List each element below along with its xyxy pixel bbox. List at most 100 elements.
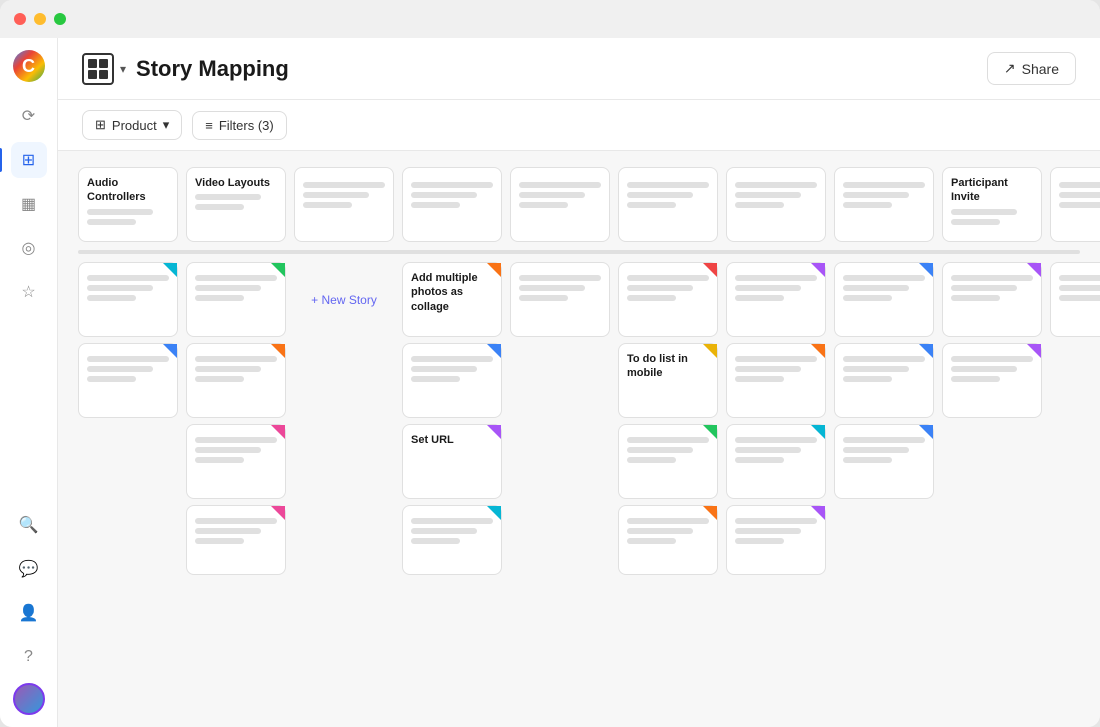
epic-card-video-layouts[interactable]: Video Layouts (186, 167, 286, 242)
board-chevron-icon: ▾ (120, 62, 126, 76)
corner-indicator (1027, 344, 1041, 358)
corner-indicator (811, 344, 825, 358)
corner-indicator (271, 344, 285, 358)
story-card-r1c2[interactable] (186, 262, 286, 337)
story-card-r3c7[interactable] (726, 424, 826, 499)
corner-indicator (703, 344, 717, 358)
epic-separator (78, 250, 1080, 254)
app-window: C ⟳ ⊞ ▦ ◎ ☆ 🔍 💬 👤 ? (0, 0, 1100, 727)
story-card-r3c3-empty (294, 424, 394, 499)
board-icon-group[interactable]: ▾ (82, 53, 126, 85)
epic-card-7[interactable] (726, 167, 826, 242)
story-row-4 (78, 505, 1080, 575)
corner-indicator (163, 263, 177, 277)
story-card-r1c6[interactable] (618, 262, 718, 337)
story-card-r3c2[interactable] (186, 424, 286, 499)
sidebar-bottom: 🔍 💬 👤 ? (11, 507, 47, 715)
corner-indicator (703, 425, 717, 439)
corner-indicator (163, 344, 177, 358)
corner-indicator (271, 263, 285, 277)
epic-card-5[interactable] (510, 167, 610, 242)
story-card-r4c6[interactable] (618, 505, 718, 575)
filter-grid-icon: ⊞ (95, 117, 106, 133)
epic-card-6[interactable] (618, 167, 718, 242)
card-title: Set URL (411, 433, 493, 447)
user-avatar[interactable] (13, 683, 45, 715)
help-icon[interactable]: ? (11, 639, 47, 675)
story-card-r4c3-empty (294, 505, 394, 575)
epic-card-4[interactable] (402, 167, 502, 242)
story-card-r4c4[interactable] (402, 505, 502, 575)
corner-indicator (811, 263, 825, 277)
story-card-r2c4[interactable] (402, 343, 502, 418)
search-icon[interactable]: 🔍 (11, 507, 47, 543)
share-button[interactable]: ↗ Share (987, 52, 1076, 85)
epic-card-participant-invite[interactable]: Participant Invite (942, 167, 1042, 242)
corner-indicator (919, 425, 933, 439)
content-area: ▾ Story Mapping ↗ Share ⊞ Product ▾ ≡ Fi… (58, 38, 1100, 727)
epic-card-8[interactable] (834, 167, 934, 242)
story-card-r3c6[interactable] (618, 424, 718, 499)
sidebar-item-comments[interactable]: ▦ (11, 186, 47, 222)
story-card-r2c7[interactable] (726, 343, 826, 418)
card-title: Audio Controllers (87, 176, 169, 205)
story-card-r4c1-empty (78, 505, 178, 575)
sidebar-item-activity[interactable]: ⟳ (11, 98, 47, 134)
corner-indicator (811, 425, 825, 439)
story-card-add-photos[interactable]: Add multiple photos as collage (402, 262, 502, 337)
sidebar-item-timer[interactable]: ◎ (11, 230, 47, 266)
story-row-1: + New Story Add multiple photos as colla… (78, 262, 1080, 337)
page-title: Story Mapping (136, 56, 289, 82)
toolbar: ⊞ Product ▾ ≡ Filters (3) (58, 100, 1100, 151)
share-icon: ↗ (1004, 60, 1016, 77)
story-card-r2c9[interactable] (942, 343, 1042, 418)
new-story-button[interactable]: + New Story (294, 262, 394, 337)
sidebar-item-board[interactable]: ⊞ (11, 142, 47, 178)
corner-indicator (487, 263, 501, 277)
corner-indicator (919, 263, 933, 277)
chat-icon[interactable]: 💬 (11, 551, 47, 587)
card-title: Participant Invite (951, 176, 1033, 205)
story-card-r1c9[interactable] (942, 262, 1042, 337)
titlebar (0, 0, 1100, 38)
story-card-r1c1[interactable] (78, 262, 178, 337)
app-logo[interactable]: C (13, 50, 45, 82)
story-card-r1c10[interactable] (1050, 262, 1100, 337)
story-card-r4c2[interactable] (186, 505, 286, 575)
board-icon (82, 53, 114, 85)
story-card-r3c1-empty (78, 424, 178, 499)
people-icon[interactable]: 👤 (11, 595, 47, 631)
sidebar: C ⟳ ⊞ ▦ ◎ ☆ 🔍 💬 👤 ? (0, 38, 58, 727)
story-card-r1c8[interactable] (834, 262, 934, 337)
epic-card-10[interactable] (1050, 167, 1100, 242)
filters-button[interactable]: ≡ Filters (3) (192, 111, 286, 140)
sidebar-item-star[interactable]: ☆ (11, 274, 47, 310)
story-card-r1c7[interactable] (726, 262, 826, 337)
close-button[interactable] (14, 13, 26, 25)
story-card-r3c5-empty (510, 424, 610, 499)
story-card-set-url[interactable]: Set URL (402, 424, 502, 499)
card-title: To do list in mobile (627, 352, 709, 381)
main-layout: C ⟳ ⊞ ▦ ◎ ☆ 🔍 💬 👤 ? (0, 38, 1100, 727)
corner-indicator (703, 263, 717, 277)
corner-indicator (703, 506, 717, 520)
corner-indicator (811, 506, 825, 520)
maximize-button[interactable] (54, 13, 66, 25)
story-card-r2c8[interactable] (834, 343, 934, 418)
story-card-todo-mobile[interactable]: To do list in mobile (618, 343, 718, 418)
product-filter-button[interactable]: ⊞ Product ▾ (82, 110, 182, 140)
story-card-r2c2[interactable] (186, 343, 286, 418)
epic-card-audio-controllers[interactable]: Audio Controllers (78, 167, 178, 242)
story-card-r2c1[interactable] (78, 343, 178, 418)
card-title: Video Layouts (195, 176, 277, 190)
story-card-r1c5[interactable] (510, 262, 610, 337)
minimize-button[interactable] (34, 13, 46, 25)
story-card-r4c7[interactable] (726, 505, 826, 575)
mapping-area[interactable]: Audio Controllers Video Layouts (58, 151, 1100, 727)
corner-indicator (271, 506, 285, 520)
story-card-r2c5-empty (510, 343, 610, 418)
epic-row: Audio Controllers Video Layouts (78, 167, 1080, 242)
epic-card-3[interactable] (294, 167, 394, 242)
corner-indicator (487, 506, 501, 520)
story-card-r3c8[interactable] (834, 424, 934, 499)
